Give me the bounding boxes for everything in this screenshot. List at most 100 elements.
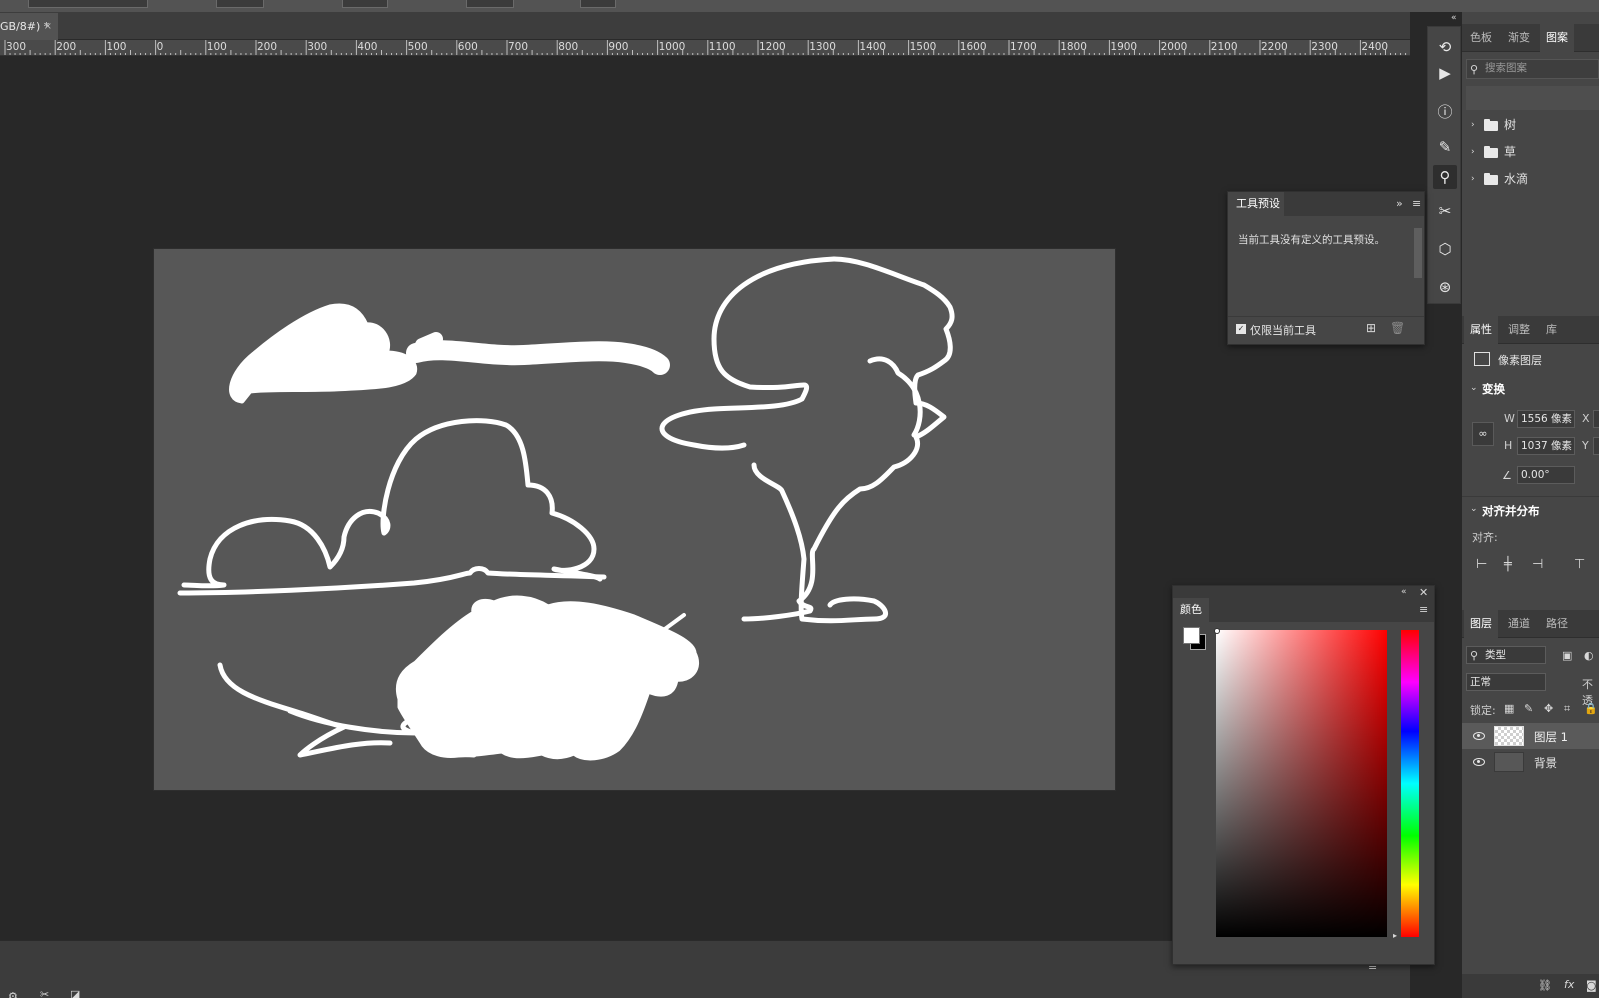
ruler-label: 1600 [959,41,987,53]
pixel-layer-icon [1474,352,1490,366]
horizontal-ruler[interactable]: 300 200 100 0 100 200 300 400 500 600 700 800 900 100… [0,40,1410,56]
layer-row[interactable]: 图层 1 [1462,723,1599,749]
align-right-icon[interactable]: ⊣ [1532,558,1543,571]
pattern-search-input[interactable]: 搜索图案 [1466,59,1599,79]
panel-titlebar[interactable]: 工具预设 » ≡ [1228,192,1424,216]
new-preset-icon[interactable]: ⊞ [1366,322,1376,334]
ruler-label: 2400 [1361,41,1389,53]
lock-all-icon[interactable]: 🔒 [1584,703,1598,714]
collapse-dock-icon[interactable]: « [1451,14,1457,23]
tool-presets-icon[interactable]: ⚲ [1433,165,1457,189]
panel-menu-icon[interactable]: ≡ [1412,198,1421,209]
brush-settings-icon[interactable]: ✎ [1433,135,1457,159]
tab-patterns[interactable]: 图案 [1540,24,1574,52]
eye-icon[interactable] [1473,758,1485,766]
align-top-icon[interactable]: ⊤ [1574,558,1585,571]
lock-position-icon[interactable]: ✥ [1544,703,1553,714]
play-icon[interactable]: ▶ [1433,61,1457,85]
tree-outline [867,356,923,438]
ruler-label: 1500 [909,41,937,53]
option-field[interactable] [342,0,388,8]
pattern-folder[interactable]: › 树 [1462,112,1599,139]
link-layers-icon[interactable]: ⛓ [1538,980,1552,991]
folder-label: 水滴 [1504,172,1529,186]
3d-network-icon[interactable]: ⊛ [1433,275,1457,299]
align-center-icon[interactable]: ╪ [1504,558,1512,571]
height-field[interactable]: 1037 像素 [1517,437,1575,455]
fx-icon[interactable]: fx [1564,979,1574,990]
tab-properties[interactable]: 属性 [1464,316,1498,344]
pattern-folder[interactable]: › 水滴 [1462,166,1599,193]
current-tool-checkbox[interactable]: ✓ [1236,324,1246,334]
info-icon[interactable]: ⓘ [1433,99,1457,123]
panel-menu-icon[interactable]: ≡ [1419,604,1428,615]
option-field[interactable] [216,0,264,8]
ruler-label: 1900 [1110,41,1138,53]
lock-artboard-icon[interactable]: ⌗ [1564,703,1570,714]
transition-icon[interactable]: ◪ [70,989,80,998]
close-icon[interactable]: ✕ [1419,587,1428,598]
x-field[interactable] [1593,410,1599,428]
tab-libraries[interactable]: 库 [1540,316,1563,344]
hue-slider-handle[interactable]: ▸ [1393,932,1397,940]
pattern-folder[interactable]: › 草 [1462,139,1599,166]
eye-icon[interactable] [1473,732,1485,740]
panel-titlebar[interactable]: « ✕ 颜色 ≡ [1173,586,1434,622]
foreground-color-swatch[interactable] [1183,627,1200,644]
ruler-label: 1200 [759,41,786,53]
tool-presets-panel: 工具预设 » ≡ 当前工具没有定义的工具预设。 ✓ 仅限当前工具 ⊞ 🗑 [1227,191,1425,345]
ruler-label: 0 [156,41,164,53]
saturation-value-field[interactable] [1216,630,1387,937]
ruler-label: 2100 [1210,41,1238,53]
chevron-right-icon[interactable]: › [1471,121,1475,130]
y-field[interactable] [1593,437,1599,455]
layer-row[interactable]: 背景 [1462,749,1599,775]
option-field[interactable] [466,0,514,8]
blend-mode-dropdown[interactable]: 正常 [1466,673,1546,691]
ruler-label: 400 [357,41,378,53]
adjustment-filter-icon[interactable]: ◐ [1584,650,1594,661]
search-placeholder: 搜索图案 [1485,62,1527,74]
ruler-label: 2000 [1160,41,1188,53]
chevron-right-icon[interactable]: › [1471,175,1475,184]
lock-transparency-icon[interactable]: ▦ [1504,703,1514,714]
tab-swatches[interactable]: 色板 [1464,24,1498,52]
tool-presets-tab[interactable]: 工具预设 [1228,192,1284,216]
tab-paths[interactable]: 路径 [1540,610,1574,638]
hue-slider[interactable] [1401,630,1419,937]
link-icon[interactable]: ∞ [1472,422,1494,446]
folder-icon [1484,119,1498,131]
tab-channels[interactable]: 通道 [1502,610,1536,638]
collapse-icon[interactable]: « [1401,588,1407,597]
align-left-icon[interactable]: ⊢ [1476,558,1487,571]
tab-layers[interactable]: 图层 [1464,610,1498,638]
expand-icon[interactable]: » [1396,198,1403,209]
tab-adjustments[interactable]: 调整 [1502,316,1536,344]
image-filter-icon[interactable]: ▣ [1562,650,1572,661]
color-picker-cursor[interactable] [1214,628,1220,634]
option-dropdown[interactable] [28,0,148,8]
clone-source-icon[interactable]: ✂ [1433,199,1457,223]
ruler-label: 1400 [859,41,887,53]
option-field[interactable] [580,0,616,8]
tab-gradients[interactable]: 渐变 [1502,24,1536,52]
history-icon[interactable]: ⟲ [1433,35,1457,59]
angle-field[interactable]: 0.00° [1517,466,1575,484]
lock-pixels-icon[interactable]: ✎ [1524,703,1533,714]
document-tab[interactable]: GB/8#) * × [0,13,58,40]
ruler-label: 700 [508,41,529,53]
canvas[interactable] [154,249,1115,790]
width-field[interactable]: 1556 像素 [1517,410,1575,428]
scrollbar[interactable] [1414,228,1422,278]
scissors-icon[interactable]: ✂ [40,989,49,998]
chevron-right-icon[interactable]: › [1471,148,1475,157]
close-icon[interactable]: × [44,13,52,40]
x-label: X [1582,412,1590,425]
mask-icon[interactable]: ◙ [1586,980,1597,991]
trash-icon[interactable]: 🗑 [1390,322,1405,334]
gear-icon[interactable]: ⚙ [8,991,18,998]
chevron-down-icon[interactable]: ⌄ [1470,384,1478,393]
color-tab[interactable]: 颜色 [1173,598,1209,622]
3d-cube-icon[interactable]: ⬡ [1433,237,1457,261]
chevron-down-icon[interactable]: ⌄ [1470,505,1478,514]
